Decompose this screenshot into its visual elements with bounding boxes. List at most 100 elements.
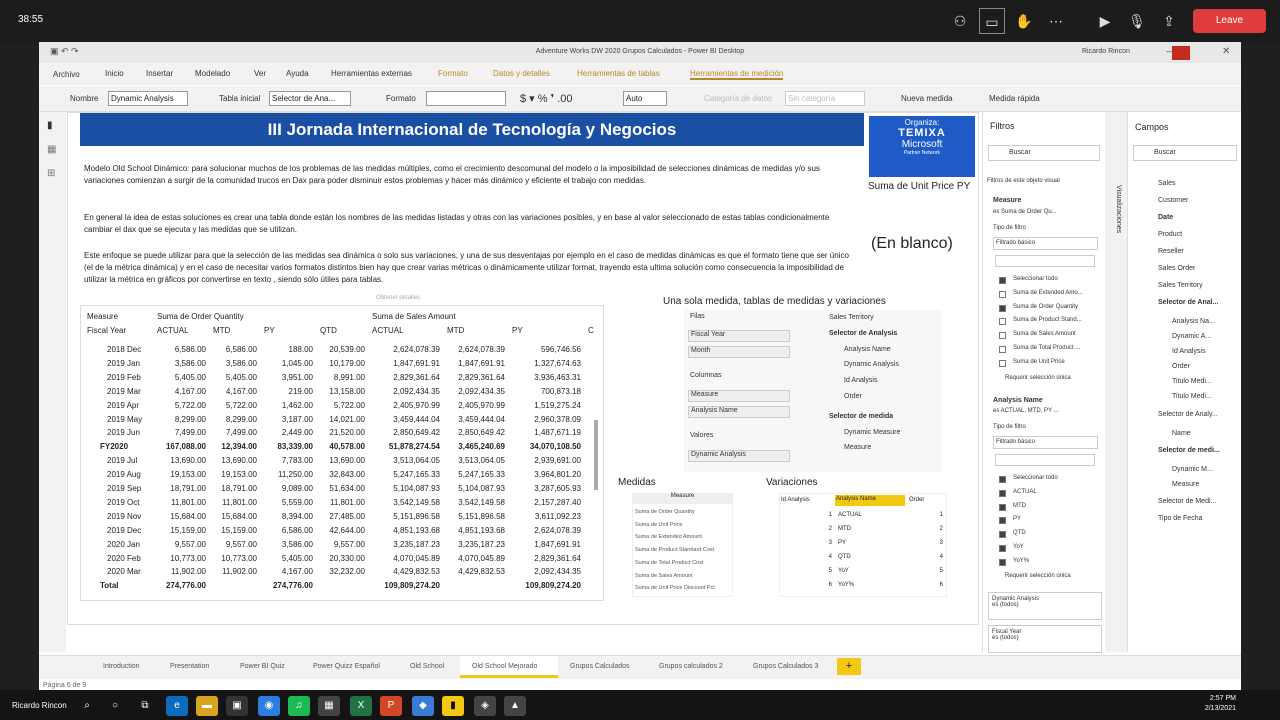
app3-icon[interactable]: ▲ (504, 696, 526, 716)
powerpoint-icon[interactable]: P (380, 696, 402, 716)
f2-checkbox[interactable] (999, 531, 1006, 539)
menu-inicio[interactable]: Inicio (105, 69, 124, 78)
f1-item[interactable]: Seleccionar todo (1013, 276, 1058, 282)
currency-icon[interactable]: $ ▾ % ❜ .00 (520, 92, 572, 105)
columnas-item-analysis-name[interactable]: Analysis Name (688, 406, 790, 418)
tab-3[interactable]: Power Quizz Español (313, 663, 380, 670)
field-item[interactable]: Order (1172, 363, 1190, 370)
f2-checkbox[interactable] (999, 517, 1006, 525)
tab-5[interactable]: Old School Mejorado (472, 663, 537, 670)
explorer-icon[interactable]: ▬ (196, 696, 218, 716)
more-icon[interactable]: ⋯ (1043, 8, 1069, 34)
field-item[interactable]: Id Analysis (1172, 348, 1205, 355)
f1-filtrado-select[interactable]: Filtrado básico (993, 237, 1098, 250)
field-item[interactable]: Product (1158, 231, 1182, 238)
f2-item[interactable]: YoY (1013, 544, 1024, 550)
tab-2[interactable]: Power BI Quiz (240, 663, 285, 670)
f2-checkbox[interactable] (999, 545, 1006, 552)
medida-item[interactable]: Suma de Total Product Cost (635, 560, 703, 566)
filters-search[interactable]: Buscar (988, 145, 1100, 161)
tree-item[interactable]: Analysis Name (844, 346, 891, 353)
medida-item[interactable]: Suma de Sales Amount (635, 573, 692, 579)
f2-req[interactable]: Requerir selección única (1005, 573, 1071, 579)
mic-off-icon[interactable]: 🎙 (1124, 8, 1150, 34)
f3-card[interactable]: Dynamic Analysis es (todos) (988, 592, 1102, 620)
raise-hand-icon[interactable]: ✋ (1011, 8, 1037, 34)
tree-item[interactable]: Sales Territory (829, 314, 874, 321)
f2-item[interactable]: PY (1013, 516, 1021, 522)
f1-checkbox[interactable] (999, 277, 1006, 284)
tree-item[interactable]: Selector de medida (829, 413, 893, 420)
variaciones-table[interactable] (779, 493, 947, 597)
field-item[interactable]: Titulo Medi... (1172, 393, 1212, 400)
f2-item[interactable]: MTD (1013, 503, 1026, 509)
medida-item[interactable]: Suma de Product Standard Cost (635, 547, 714, 553)
viz-label[interactable]: Visualizaciones (1115, 185, 1122, 265)
var-name[interactable]: ACTUAL (838, 512, 862, 518)
calculator-icon[interactable]: ▦ (318, 696, 340, 716)
tree-item[interactable]: Order (844, 393, 862, 400)
powerbi-icon[interactable]: ▮ (442, 696, 464, 716)
participants-icon[interactable]: ⚇ (947, 8, 973, 34)
field-item[interactable]: Name (1172, 430, 1191, 437)
app-icon[interactable]: ◆ (412, 696, 434, 716)
data-view-icon[interactable]: ▦ (47, 144, 56, 155)
var-name[interactable]: PY (838, 540, 846, 546)
nombre-input[interactable]: Dynamic Analysis (108, 91, 188, 106)
field-item[interactable]: Dynamic A... (1172, 333, 1211, 340)
f4-card[interactable]: Fiscal Year es (todos) (988, 625, 1102, 653)
field-item[interactable]: Customer (1158, 197, 1188, 204)
f2-checkbox[interactable] (999, 489, 1006, 497)
edge-icon[interactable]: e (166, 696, 188, 716)
f2-item[interactable]: Seleccionar todo (1013, 475, 1058, 481)
medida-item[interactable]: Suma de Order Quantity (635, 509, 695, 515)
tree-item[interactable]: Dynamic Measure (844, 429, 900, 436)
leave-button[interactable]: Leave (1193, 9, 1266, 33)
medida-rapida-button[interactable]: Medida rápida (989, 94, 1040, 103)
spotify-icon[interactable]: ♫ (288, 696, 310, 716)
menu-modelado[interactable]: Modelado (195, 69, 230, 78)
f1-checkbox[interactable] (999, 318, 1006, 326)
tab-0[interactable]: Introduction (103, 663, 140, 670)
menu-archivo[interactable]: Archivo (53, 70, 80, 79)
medida-item[interactable]: Suma de Extended Amount (635, 534, 702, 540)
field-item[interactable]: Tipo de Fecha (1158, 515, 1203, 522)
minimize-icon[interactable]: — (1166, 46, 1175, 56)
field-item[interactable]: Titulo Medi... (1172, 378, 1212, 385)
f2-search-box[interactable] (995, 454, 1095, 466)
field-item[interactable]: Sales Order (1158, 265, 1195, 272)
f1-checkbox[interactable] (999, 359, 1006, 367)
video-off-icon[interactable]: ▶ (1092, 8, 1118, 34)
field-item[interactable]: Selector de Medi... (1158, 498, 1216, 505)
decimals-input[interactable]: Auto (623, 91, 667, 106)
medida-item[interactable]: Suma de Unit Price (635, 522, 682, 528)
filas-item-month[interactable]: Month (688, 346, 790, 358)
excel-icon[interactable]: X (350, 696, 372, 716)
field-item[interactable]: Measure (1172, 481, 1199, 488)
f1-item[interactable]: Suma de Sales Amount (1013, 331, 1076, 337)
field-item[interactable]: Reseller (1158, 248, 1184, 255)
f2-item[interactable]: ACTUAL (1013, 489, 1037, 495)
f1-item[interactable]: Suma de Unit Price (1013, 359, 1065, 365)
f1-checkbox[interactable] (999, 304, 1006, 312)
report-view-icon[interactable]: ▮ (47, 120, 53, 131)
valores-item-dynamic[interactable]: Dynamic Analysis (688, 450, 790, 462)
cortana-icon[interactable]: ○ (104, 696, 126, 716)
taskview-icon[interactable]: ⧉ (134, 696, 156, 716)
f1-checkbox[interactable] (999, 332, 1006, 340)
f1-item[interactable]: Suma de Total Product ... (1013, 345, 1080, 351)
tab-1[interactable]: Presentation (170, 663, 209, 670)
f1-title[interactable]: Measure (993, 197, 1021, 204)
tab-6[interactable]: Grupos Calculados (570, 663, 630, 670)
chat-icon[interactable]: ▭ (979, 8, 1005, 34)
f1-checkbox[interactable] (999, 346, 1006, 353)
f2-checkbox[interactable] (999, 503, 1006, 511)
tree-item[interactable]: Dynamic Analysis (844, 361, 899, 368)
store-icon[interactable]: ▣ (226, 696, 248, 716)
menu-ver[interactable]: Ver (254, 69, 266, 78)
close-icon[interactable]: ✕ (1222, 46, 1230, 57)
field-item[interactable]: Selector de medi... (1158, 447, 1220, 454)
columnas-item-measure[interactable]: Measure (688, 390, 790, 402)
var-name[interactable]: QTD (838, 554, 851, 560)
f2-title[interactable]: Analysis Name (993, 397, 1043, 404)
